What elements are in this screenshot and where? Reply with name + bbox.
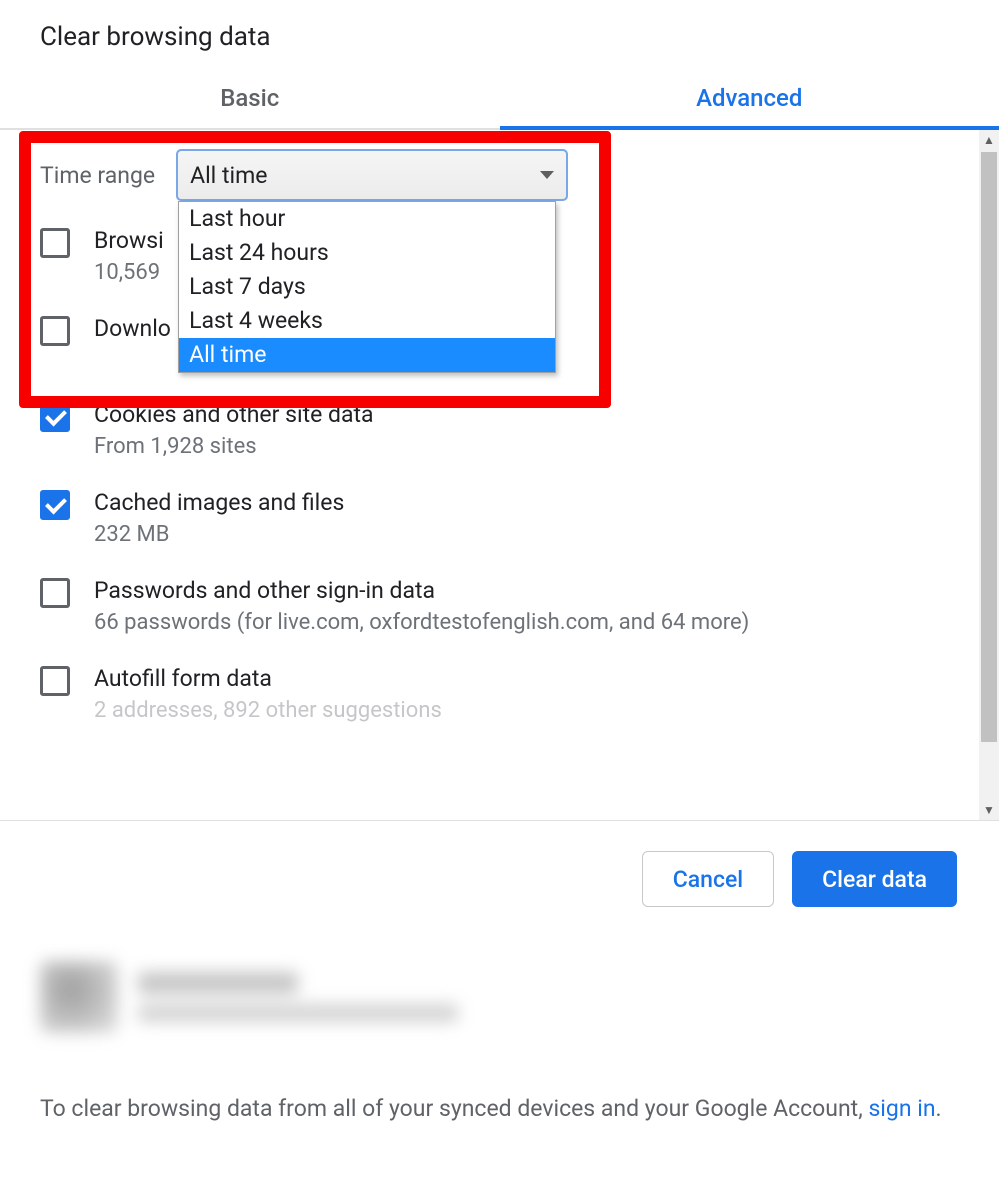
clear-browsing-data-dialog: Clear browsing data Basic Advanced Time … [0,0,999,1153]
content-area: Time range All time Last hour Last 24 ho… [0,130,999,820]
tabs: Basic Advanced [0,70,999,130]
item-title: Cached images and files [94,488,979,518]
time-range-row: Time range All time Last hour Last 24 ho… [40,130,979,214]
tab-basic[interactable]: Basic [0,70,500,128]
item-title: Autofill form data [94,664,979,694]
account-info-blurred [40,961,959,1033]
footer-suffix: . [936,1095,942,1122]
scrollbar[interactable]: ▲ ▼ [979,130,999,820]
item-passwords: Passwords and other sign-in data 66 pass… [40,564,979,652]
item-sub: 66 passwords (for live.com, oxfordtestof… [94,608,979,638]
item-sub: From 1,928 sites [94,432,979,462]
time-range-label: Time range [40,162,155,189]
option-last-7-days[interactable]: Last 7 days [179,270,555,304]
checkbox-autofill[interactable] [40,666,70,696]
blurred-text [138,1004,458,1022]
checkbox-cookies[interactable] [40,402,70,432]
sign-in-link[interactable]: sign in [868,1095,935,1122]
time-range-dropdown: Last hour Last 24 hours Last 7 days Last… [178,201,556,373]
time-range-selected-value: All time [190,162,540,189]
checkbox-cached[interactable] [40,490,70,520]
item-cached: Cached images and files 232 MB [40,476,979,564]
footer: To clear browsing data from all of your … [0,937,999,1153]
dialog-title: Clear browsing data [0,0,999,70]
checkbox-browsing-history[interactable] [40,228,70,258]
scrollbar-thumb[interactable] [981,152,997,742]
chevron-down-icon [540,171,554,179]
item-autofill: Autofill form data 2 addresses, 892 othe… [40,652,979,740]
item-cookies: Cookies and other site data From 1,928 s… [40,388,979,476]
scroll-down-icon[interactable]: ▼ [979,800,999,820]
item-sub: 232 MB [94,520,979,550]
dialog-actions: Cancel Clear data [0,820,999,937]
footer-note: To clear browsing data from all of your … [40,1093,959,1125]
option-all-time[interactable]: All time [179,338,555,372]
checkbox-passwords[interactable] [40,578,70,608]
clear-data-button[interactable]: Clear data [792,851,957,907]
option-last-24-hours[interactable]: Last 24 hours [179,236,555,270]
item-sub: 2 addresses, 892 other suggestions [94,696,979,726]
tab-advanced[interactable]: Advanced [500,70,999,128]
footer-text: To clear browsing data from all of your … [40,1095,868,1122]
avatar [40,961,118,1033]
option-last-4-weeks[interactable]: Last 4 weeks [179,304,555,338]
time-range-select[interactable]: All time Last hour Last 24 hours Last 7 … [177,150,567,200]
scroll-up-icon[interactable]: ▲ [979,130,999,150]
option-last-hour[interactable]: Last hour [179,202,555,236]
item-title: Cookies and other site data [94,400,979,430]
blurred-text [138,972,298,994]
checkbox-download-history[interactable] [40,316,70,346]
item-title: Passwords and other sign-in data [94,576,979,606]
cancel-button[interactable]: Cancel [642,851,774,907]
